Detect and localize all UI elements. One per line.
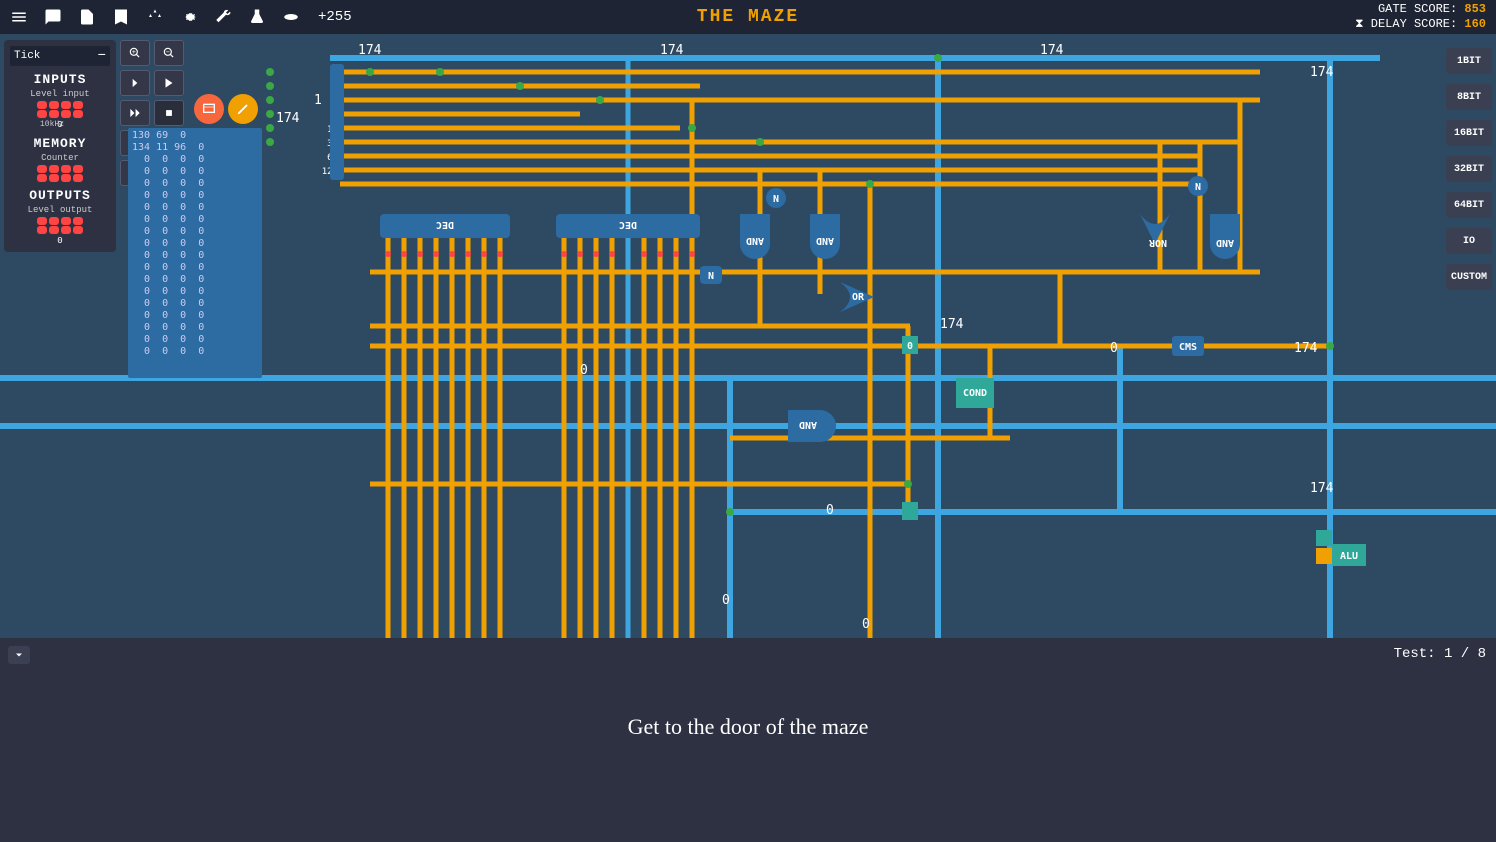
palette-io[interactable]: IO — [1446, 228, 1492, 254]
palette-16bit[interactable]: 16BIT — [1446, 120, 1492, 146]
svg-text:0: 0 — [580, 363, 588, 378]
svg-text:1: 1 — [314, 93, 322, 108]
svg-text:AND: AND — [1216, 237, 1234, 248]
outputs-heading: OUTPUTS — [10, 188, 110, 203]
objective-text: Get to the door of the maze — [628, 714, 869, 740]
console-button[interactable] — [194, 94, 224, 124]
frequency-label: 10kHz — [40, 120, 64, 129]
svg-text:ALU: ALU — [1340, 551, 1358, 562]
svg-text:174: 174 — [1310, 65, 1334, 80]
svg-text:AND: AND — [799, 419, 817, 430]
memory-view[interactable]: 130 69 0 134 11 96 0 0 0 0 0 0 0 0 0 0 0… — [128, 128, 262, 378]
component-count: +255 — [318, 9, 352, 25]
edit-button[interactable] — [228, 94, 258, 124]
wrench-icon[interactable] — [212, 6, 234, 28]
svg-text:CMS: CMS — [1179, 342, 1197, 353]
svg-text:0: 0 — [722, 593, 730, 608]
component-palette: 1BIT 8BIT 16BIT 32BIT 64BIT IO CUSTOM — [1446, 48, 1492, 290]
svg-text:N: N — [1195, 182, 1201, 193]
play-button[interactable] — [154, 70, 184, 96]
flask-icon[interactable] — [246, 6, 268, 28]
svg-text:DEC: DEC — [619, 219, 637, 230]
score-display: GATE SCORE: 853 ⧗ DELAY SCORE: 160 — [1355, 2, 1486, 32]
memory-leds — [10, 165, 110, 182]
io-panel: Tick − INPUTS Level input 0 MEMORY Count… — [4, 40, 116, 252]
svg-text:0: 0 — [862, 617, 870, 632]
svg-text:N: N — [708, 271, 714, 282]
tree-icon[interactable] — [144, 6, 166, 28]
svg-text:AND: AND — [746, 235, 764, 246]
fast-forward-button[interactable] — [120, 100, 150, 126]
memory-heading: MEMORY — [10, 136, 110, 151]
svg-text:N: N — [773, 194, 779, 205]
svg-text:174: 174 — [940, 317, 964, 332]
zoom-in-button[interactable] — [120, 40, 150, 66]
step-button[interactable] — [120, 70, 150, 96]
svg-text:0: 0 — [907, 341, 913, 352]
outputs-leds — [10, 217, 110, 234]
svg-text:0: 0 — [826, 503, 834, 518]
svg-text:174: 174 — [660, 43, 684, 58]
palette-64bit[interactable]: 64BIT — [1446, 192, 1492, 218]
svg-text:OR: OR — [852, 292, 865, 303]
palette-8bit[interactable]: 8BIT — [1446, 84, 1492, 110]
svg-text:174: 174 — [1294, 341, 1318, 356]
svg-text:0: 0 — [1110, 341, 1118, 356]
test-counter: Test: 1 / 8 — [1394, 646, 1486, 662]
svg-text:174: 174 — [1310, 481, 1334, 496]
palette-32bit[interactable]: 32BIT — [1446, 156, 1492, 182]
svg-text:AND: AND — [816, 235, 834, 246]
file-icon[interactable] — [76, 6, 98, 28]
menu-icon[interactable] — [8, 6, 30, 28]
tick-selector[interactable]: Tick − — [10, 46, 110, 66]
level-title: THE MAZE — [697, 7, 799, 27]
palette-custom[interactable]: CUSTOM — [1446, 264, 1492, 290]
stop-button[interactable] — [154, 100, 184, 126]
chip-icon[interactable] — [280, 6, 302, 28]
inputs-heading: INPUTS — [10, 72, 110, 87]
svg-text:DEC: DEC — [436, 219, 454, 230]
svg-text:174: 174 — [358, 43, 382, 58]
chat-icon[interactable] — [42, 6, 64, 28]
collapse-button[interactable] — [8, 646, 30, 664]
svg-text:COND: COND — [963, 388, 987, 399]
book-icon[interactable] — [110, 6, 132, 28]
svg-text:174: 174 — [1040, 43, 1064, 58]
inputs-leds — [10, 101, 110, 118]
zoom-out-button[interactable] — [154, 40, 184, 66]
gear-icon[interactable] — [178, 6, 200, 28]
svg-text:174: 174 — [276, 111, 300, 126]
svg-text:NOR: NOR — [1148, 237, 1167, 248]
palette-1bit[interactable]: 1BIT — [1446, 48, 1492, 74]
